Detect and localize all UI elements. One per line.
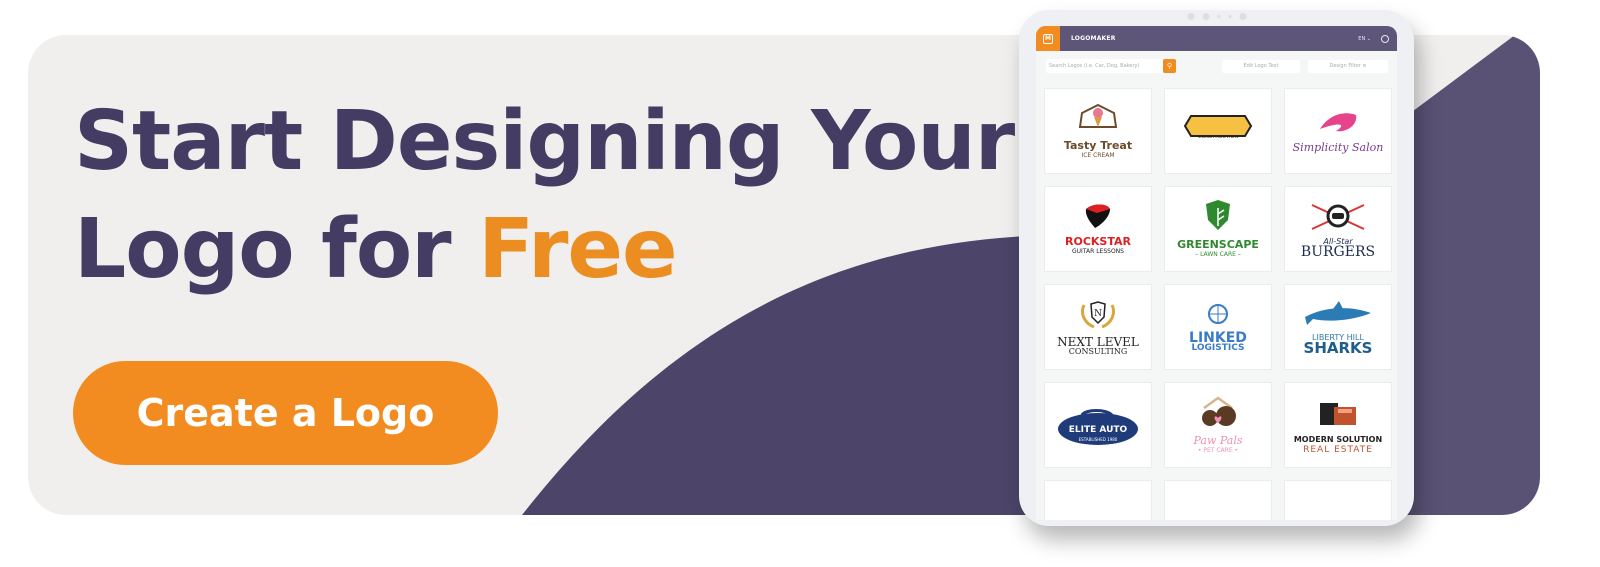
logo-subtitle: ESTABLISHED 1980 <box>1078 436 1118 442</box>
logomaker-icon[interactable]: M <box>1036 26 1060 51</box>
search-input[interactable]: Search Logos (i.e. Car, Dog, Bakery) <box>1046 59 1163 73</box>
logo-card-simplicity-salon[interactable]: Simplicity Salon <box>1284 88 1392 174</box>
building-icon <box>1316 397 1360 431</box>
design-filter-label: Design Filter <box>1329 63 1361 69</box>
headline-line-1: Start Designing Your <box>74 94 1015 189</box>
app-header: M LOGOMAKER EN ⌄ <box>1036 26 1397 51</box>
logo-text-group: ELITE AUTO ESTABLISHED 1980 <box>1069 424 1127 444</box>
logo-card-partial[interactable] <box>1044 480 1152 520</box>
logo-card-tasty-treat[interactable]: Tasty Treat ICE CREAM <box>1044 88 1152 174</box>
edit-logo-text-input[interactable]: Edit Logo Text <box>1222 60 1300 73</box>
logo-title: ROCKSTAR <box>1065 234 1131 248</box>
language-label: EN <box>1358 35 1366 42</box>
headline-line-2: Logo for Free <box>74 196 1014 304</box>
svg-text:N: N <box>1094 309 1102 319</box>
design-filter-button[interactable]: Design Filter ≡ <box>1308 60 1388 73</box>
logo-title: MODERN SOLUTION <box>1293 434 1383 444</box>
camera-dot <box>1228 15 1231 18</box>
globe-icon <box>1207 303 1229 329</box>
logo-card-all-star-burgers[interactable]: All-Star BURGERS <box>1284 186 1392 272</box>
guitar-pick-icon <box>1083 203 1113 233</box>
logo-title: Tasty Treat <box>1063 138 1133 152</box>
chevron-down-icon: ⌄ <box>1366 35 1371 42</box>
logo-title: Simplicity Salon <box>1292 140 1384 154</box>
search-button[interactable]: ⚲ <box>1163 59 1176 73</box>
search-icon: ⚲ <box>1166 62 1173 70</box>
logo-title: ELITE AUTO <box>1068 424 1128 435</box>
filter-icon: ≡ <box>1362 63 1367 69</box>
language-selector[interactable]: EN ⌄ <box>1358 36 1371 42</box>
logo-subtitle: CONSULTING <box>1068 346 1128 356</box>
logo-card-liberty-hill-sharks[interactable]: LIBERTY HILL SHARKS <box>1284 284 1392 370</box>
user-icon[interactable] <box>1381 34 1389 43</box>
ice-cream-icon <box>1078 103 1118 137</box>
brand-name[interactable]: LOGOMAKER <box>1071 35 1116 42</box>
logo-title: SHARKS <box>1303 338 1373 357</box>
logo-card-partial[interactable] <box>1284 480 1392 520</box>
headline-accent: Free <box>478 202 677 297</box>
logo-card-modern-solution[interactable]: MODERN SOLUTION REAL ESTATE <box>1284 382 1392 468</box>
camera-dot <box>1187 13 1194 20</box>
camera-dots <box>1187 13 1246 20</box>
tablet-mockup: M LOGOMAKER EN ⌄ Search Logos (i.e. Car,… <box>1019 10 1414 526</box>
logo-subtitle: GUITAR LESSONS <box>1072 247 1124 255</box>
logo-card-elite-auto[interactable]: ELITE AUTO ESTABLISHED 1980 <box>1044 382 1152 468</box>
logo-card-rockstar[interactable]: ROCKSTAR GUITAR LESSONS <box>1044 186 1152 272</box>
logo-grid: Tasty TreatICE CREAMSPARTANCONSTRUCTIONS… <box>1044 88 1392 520</box>
camera-dot <box>1202 13 1209 20</box>
logo-subtitle: ICE CREAM <box>1081 151 1115 159</box>
logo-title: GREENSCAPE <box>1177 237 1259 251</box>
logo-title: BURGERS <box>1300 243 1376 260</box>
create-logo-button[interactable]: Create a Logo <box>73 361 498 465</box>
logo-title: Paw Pals <box>1193 433 1243 447</box>
logo-title: LINKED <box>1189 329 1247 346</box>
logo-card-spartan[interactable]: SPARTANCONSTRUCTION <box>1164 88 1272 174</box>
logo-title: NEXT LEVEL <box>1057 334 1139 349</box>
logo-subtitle: • PET CARE • <box>1197 446 1239 454</box>
badge-icon <box>1183 114 1253 142</box>
logo-card-paw-pals[interactable]: Paw Pals • PET CARE • <box>1164 382 1272 468</box>
burger-icon <box>1308 201 1368 235</box>
logo-subtitle: REAL ESTATE <box>1303 444 1373 455</box>
pets-icon <box>1196 395 1240 432</box>
logo-subtitle: – LAWN CARE – <box>1195 250 1241 258</box>
headline-prefix: Logo for <box>74 202 479 297</box>
headline: Start Designing Your Logo for Free <box>74 88 1015 304</box>
logo-card-greenscape[interactable]: GREENSCAPE – LAWN CARE – <box>1164 186 1272 272</box>
logo-card-partial[interactable] <box>1164 480 1272 520</box>
toolbar: Search Logos (i.e. Car, Dog, Bakery) ⚲ E… <box>1036 51 1397 81</box>
shield-leaf-icon <box>1204 199 1232 236</box>
logo-card-next-level[interactable]: N NEXT LEVEL CONSULTING <box>1044 284 1152 370</box>
camera-dot <box>1217 15 1220 18</box>
hair-icon <box>1316 109 1360 139</box>
shark-icon <box>1303 300 1373 331</box>
camera-dot <box>1239 13 1246 20</box>
logo-subtitle: LOGISTICS <box>1191 342 1245 353</box>
laurel-shield-icon: N <box>1078 299 1118 333</box>
app-screen: M LOGOMAKER EN ⌄ Search Logos (i.e. Car,… <box>1036 26 1397 520</box>
logo-card-linked-logistics[interactable]: LINKED LOGISTICS <box>1164 284 1272 370</box>
